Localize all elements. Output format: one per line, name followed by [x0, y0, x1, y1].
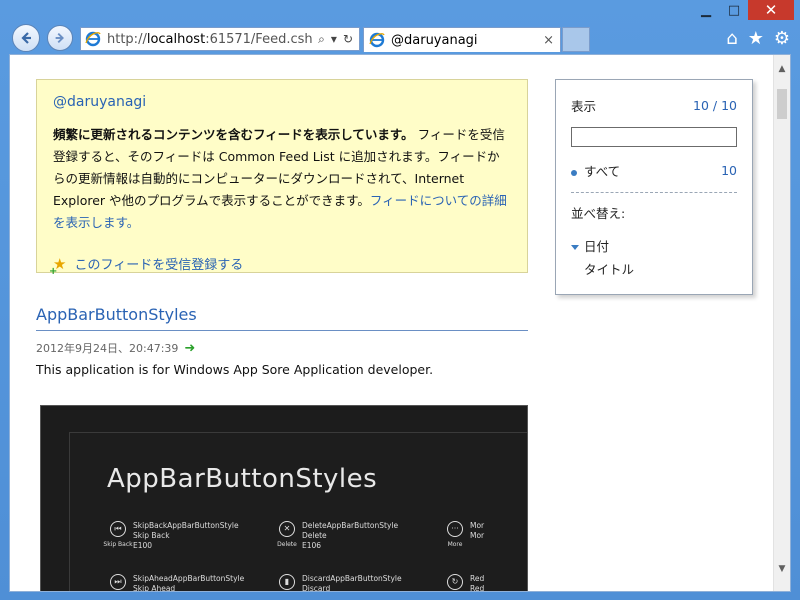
feed-title: @daruyanagi [53, 94, 147, 110]
appbar-item: ↻ Red Red [446, 574, 485, 592]
maximize-button[interactable]: □ [720, 0, 748, 20]
screenshot-panel [69, 432, 527, 591]
sort-by-date[interactable]: 日付 [571, 236, 737, 255]
appbar-item-line: Mor [470, 531, 485, 540]
display-row: 表示 10 / 10 [571, 96, 737, 115]
appbar-item-line: Mor [470, 521, 485, 530]
filter-all-count: 10 [721, 163, 737, 178]
search-icon[interactable]: ⌕ [318, 32, 325, 47]
sort-label: 並べ替え: [571, 206, 626, 221]
appbar-item: ⏮ Skip Back SkipBackAppBarButtonStyle Skip… [103, 521, 239, 551]
appbar-item-line: Skip Back [133, 531, 170, 540]
article-body: This application is for Windows App Sore… [36, 362, 434, 377]
url-rest: :61571/Feed.cshtm [205, 31, 313, 47]
back-arrow-icon [21, 32, 31, 44]
appbar-item: ··· More Mor Mor [446, 521, 484, 550]
screenshot-heading: AppBarButtonStyles [107, 464, 378, 494]
appbar-item-line: Delete [302, 531, 327, 540]
feed-description-bold: 頻繁に更新されるコンテンツを含むフィードを表示しています。 [53, 127, 414, 142]
command-icons: ⌂ ★ ⚙ [726, 28, 790, 49]
ie-logo-icon [369, 32, 385, 48]
appbar-item: ▮ DiscardAppBarButtonStyle Discard [278, 574, 402, 592]
close-icon[interactable]: × [543, 33, 554, 48]
new-tab-button[interactable] [562, 27, 590, 52]
skip-ahead-icon: ⏭ [110, 574, 126, 590]
more-icon: ··· [447, 521, 463, 537]
scroll-up-icon[interactable]: ▲ [774, 61, 790, 77]
go-arrow-icon[interactable]: ➜ [184, 341, 195, 356]
filter-sidebar: 表示 10 / 10 すべて 10 並べ替え: 日付 タイトル [555, 79, 753, 295]
article-screenshot: AppBarButtonStyles ⏮ Skip Back SkipBackAp… [40, 405, 528, 592]
subscribe-star-icon: ★ + [49, 254, 67, 277]
discard-icon: ▮ [279, 574, 295, 590]
filter-input[interactable] [571, 127, 737, 147]
feed-description: 頻繁に更新されるコンテンツを含むフィードを表示しています。 フィードを受信登録す… [53, 124, 511, 234]
appbar-item-caption: Skip Back [103, 541, 133, 548]
gear-icon[interactable]: ⚙ [774, 28, 790, 49]
appbar-item-caption: Delete [277, 541, 297, 548]
minimize-button[interactable]: ▁ [692, 0, 720, 20]
browser-window: ▁ □ ✕ http://localhost:61571/Feed.cshtm … [0, 0, 800, 600]
skip-back-icon: ⏮ [110, 521, 126, 537]
home-icon[interactable]: ⌂ [726, 28, 737, 49]
address-url[interactable]: http://localhost:61571/Feed.cshtm [107, 32, 312, 47]
appbar-item-line: DiscardAppBarButtonStyle [302, 574, 402, 583]
sort-by-title[interactable]: タイトル [571, 259, 737, 278]
scroll-thumb[interactable] [777, 89, 787, 119]
appbar-item: ⏭ SkipAheadAppBarButtonStyle Skip Ahead [109, 574, 245, 592]
article-date-text: 2012年9月24日、20:47:39 [36, 342, 179, 355]
display-label: 表示 [571, 99, 597, 114]
address-tools: ⌕ ▾ ↻ [312, 32, 359, 47]
chevron-down-icon[interactable]: ▾ [331, 32, 337, 47]
window-controls: ▁ □ ✕ [692, 0, 794, 22]
delete-icon: ✕ [279, 521, 295, 537]
forward-button[interactable] [47, 25, 73, 51]
article-date: 2012年9月24日、20:47:39 ➜ [36, 340, 195, 356]
close-button[interactable]: ✕ [748, 0, 794, 20]
display-count: 10 / 10 [693, 98, 737, 113]
subscribe-label: このフィードを受信登録する [74, 258, 244, 273]
url-host: localhost [146, 31, 206, 47]
ie-logo-icon [85, 31, 101, 47]
feed-info-box: @daruyanagi 頻繁に更新されるコンテンツを含むフィードを表示しています… [36, 79, 528, 277]
appbar-item-line: Red [470, 584, 485, 592]
appbar-item-caption: More [447, 541, 463, 548]
filter-all-label: すべて [584, 164, 621, 179]
appbar-item-line: DeleteAppBarButtonStyle [302, 521, 399, 530]
tab-daruyanagi[interactable]: @daruyanagi × [363, 27, 561, 52]
back-button[interactable] [12, 24, 40, 52]
forward-arrow-icon [55, 32, 64, 44]
appbar-item-line: Skip Ahead [133, 584, 176, 592]
appbar-item-line: SkipBackAppBarButtonStyle [133, 521, 239, 530]
divider [571, 192, 737, 193]
subscribe-link[interactable]: ★ + このフィードを受信登録する [49, 254, 511, 277]
page-content: @daruyanagi 頻繁に更新されるコンテンツを含むフィードを表示しています… [9, 54, 791, 592]
sort-date-label: 日付 [584, 239, 610, 254]
vertical-scrollbar[interactable]: ▲ ▼ [773, 55, 790, 591]
star-icon[interactable]: ★ [748, 28, 764, 49]
article-title-link[interactable]: AppBarButtonStyles [36, 305, 528, 331]
appbar-item-line: E106 [302, 541, 322, 550]
bullet-icon [571, 169, 577, 176]
redo-icon: ↻ [447, 574, 463, 590]
appbar-item-line: E100 [133, 541, 153, 550]
sort-arrow-icon [571, 245, 579, 250]
url-prefix: http:// [107, 31, 147, 47]
appbar-item-line: Discard [302, 584, 331, 592]
appbar-item-line: Red [470, 574, 485, 583]
address-bar[interactable]: http://localhost:61571/Feed.cshtm ⌕ ▾ ↻ [80, 27, 360, 51]
scroll-down-icon[interactable]: ▼ [774, 561, 790, 577]
filter-all[interactable]: すべて 10 [571, 161, 737, 180]
appbar-item: ✕ Delete DeleteAppBarButtonStyle Delete E10… [277, 521, 399, 551]
appbar-item-line: SkipAheadAppBarButtonStyle [133, 574, 245, 583]
refresh-icon[interactable]: ↻ [343, 32, 353, 47]
tab-title: @daruyanagi [391, 32, 478, 48]
